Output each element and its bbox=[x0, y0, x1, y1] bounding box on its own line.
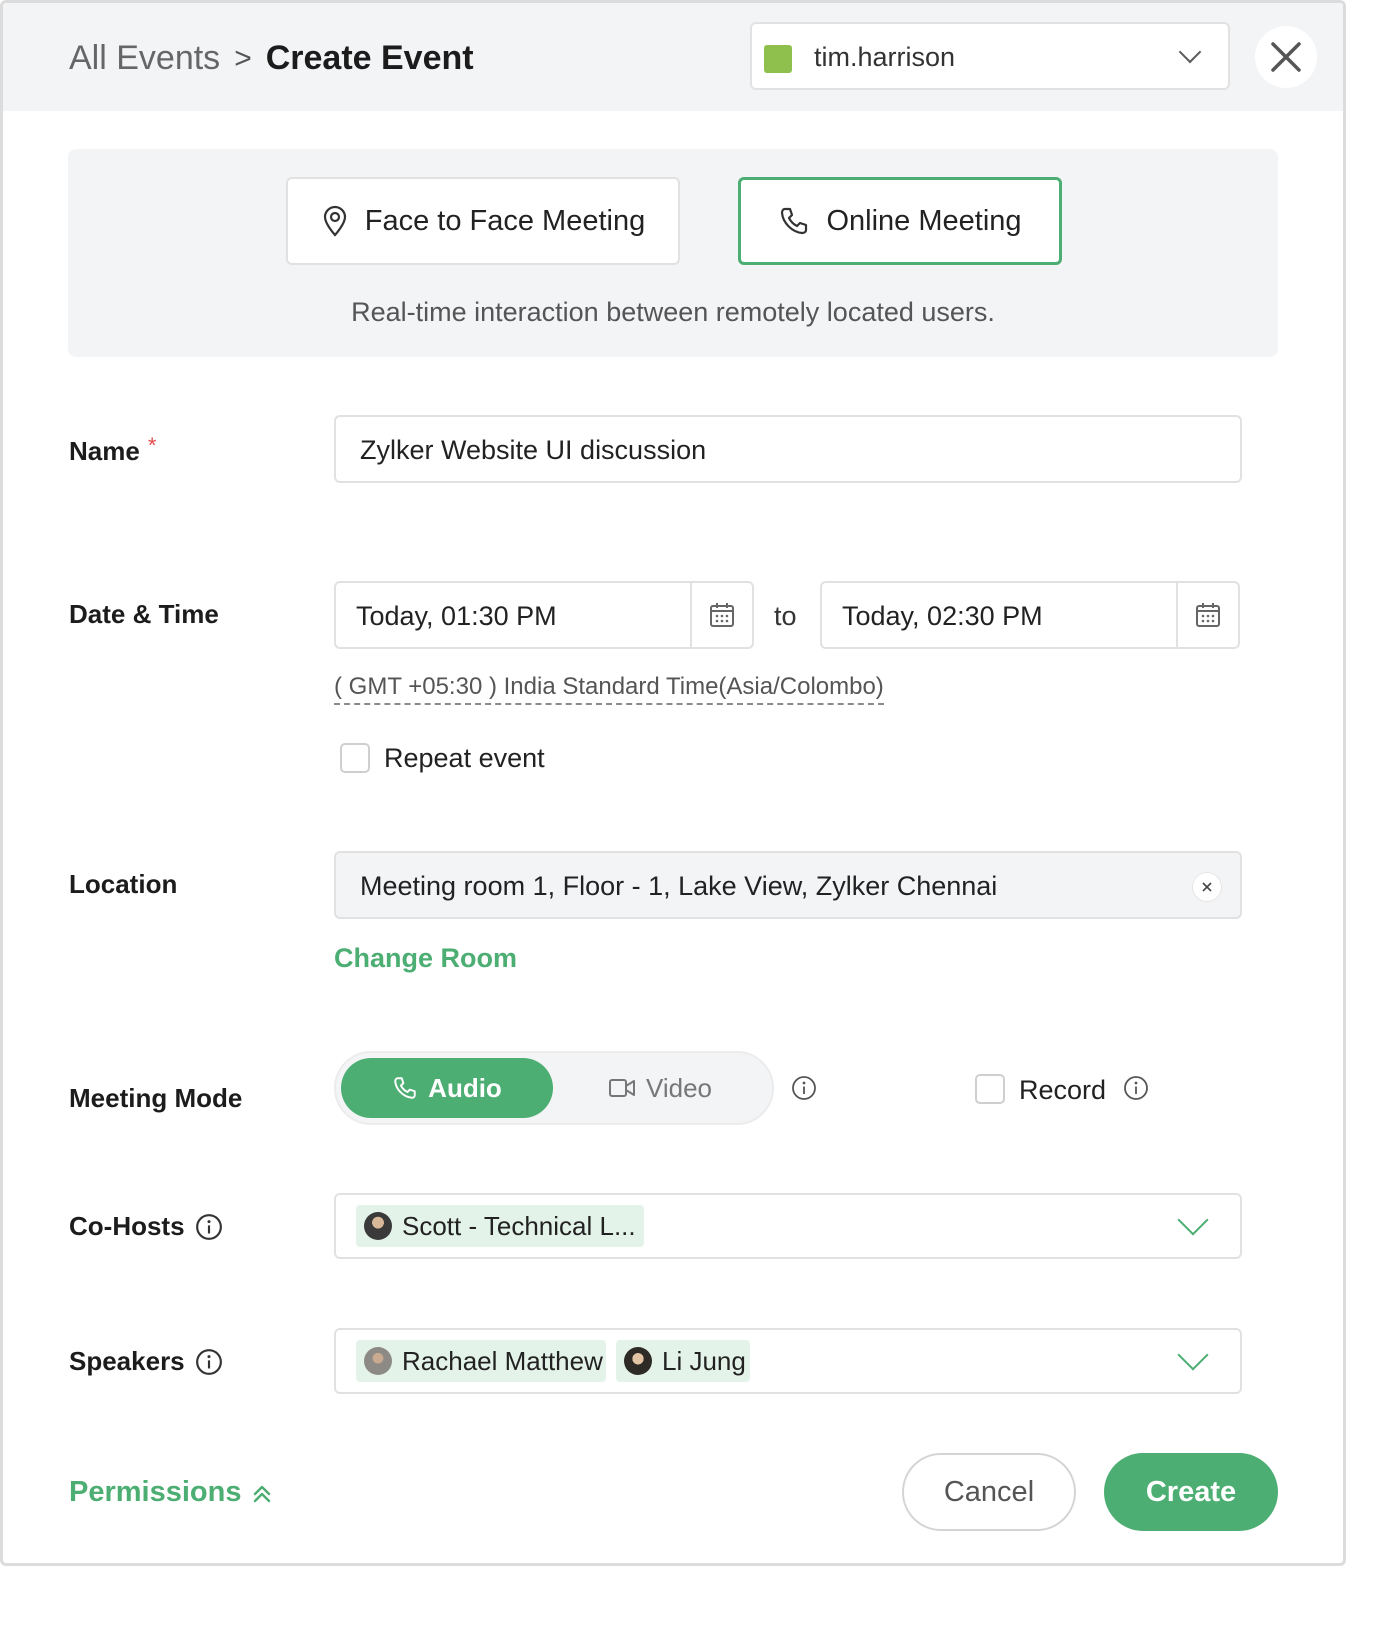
co-hosts-label: Co-Hosts bbox=[69, 1211, 223, 1242]
required-indicator: * bbox=[147, 432, 157, 458]
speaker-chip-label: Li Jung bbox=[662, 1345, 746, 1376]
repeat-event-checkbox[interactable] bbox=[340, 743, 370, 773]
speaker-chip-label: Rachael Matthew bbox=[402, 1345, 603, 1376]
online-meeting-button[interactable]: Online Meeting bbox=[738, 177, 1062, 265]
audio-mode-label: Audio bbox=[428, 1072, 502, 1103]
repeat-event-label[interactable]: Repeat event bbox=[384, 743, 545, 774]
chevron-down-icon bbox=[1178, 40, 1202, 64]
meeting-mode-label: Meeting Mode bbox=[69, 1083, 243, 1113]
page-title: Create Event bbox=[265, 39, 474, 77]
name-input-value: Zylker Website UI discussion bbox=[360, 435, 707, 465]
co-hosts-select[interactable]: Scott - Technical L... bbox=[334, 1193, 1242, 1259]
co-host-chip-label: Scott - Technical L... bbox=[402, 1210, 636, 1241]
speakers-select[interactable]: Rachael Matthew Li Jung bbox=[334, 1328, 1242, 1394]
breadcrumb-all-events[interactable]: All Events bbox=[69, 39, 220, 78]
video-camera-icon bbox=[608, 1079, 635, 1097]
date-range-to-label: to bbox=[774, 601, 797, 631]
chevron-down-icon bbox=[1177, 1204, 1209, 1236]
record-checkbox[interactable] bbox=[975, 1074, 1005, 1104]
cancel-button[interactable]: Cancel bbox=[902, 1453, 1076, 1531]
meeting-mode-info-icon[interactable] bbox=[791, 1075, 817, 1101]
user-selector[interactable]: tim.harrison bbox=[750, 22, 1230, 90]
location-label: Location bbox=[69, 869, 178, 899]
start-date-calendar-button[interactable] bbox=[690, 583, 752, 647]
phone-icon bbox=[394, 1077, 416, 1099]
face-to-face-meeting-label: Face to Face Meeting bbox=[364, 204, 646, 237]
end-date-value: Today, 02:30 PM bbox=[842, 601, 1043, 631]
end-date-input[interactable]: Today, 02:30 PM bbox=[820, 581, 1240, 649]
speaker-chip[interactable]: Li Jung bbox=[616, 1340, 750, 1382]
name-input[interactable]: Zylker Website UI discussion bbox=[334, 415, 1242, 483]
audio-mode-button[interactable]: Audio bbox=[341, 1058, 553, 1118]
avatar bbox=[364, 1347, 392, 1375]
timezone-link[interactable]: ( GMT +05:30 ) India Standard Time(Asia/… bbox=[334, 673, 884, 705]
record-info-icon[interactable] bbox=[1123, 1075, 1149, 1101]
close-button[interactable] bbox=[1255, 26, 1317, 88]
close-icon bbox=[1202, 882, 1212, 892]
meeting-type-description: Real-time interaction between remotely l… bbox=[351, 297, 995, 327]
clear-location-button[interactable] bbox=[1192, 872, 1222, 902]
create-button[interactable]: Create bbox=[1104, 1453, 1278, 1531]
location-value: Meeting room 1, Floor - 1, Lake View, Zy… bbox=[360, 871, 998, 901]
co-host-chip[interactable]: Scott - Technical L... bbox=[356, 1205, 644, 1247]
speakers-label: Speakers bbox=[69, 1346, 223, 1377]
video-mode-label: Video bbox=[645, 1072, 713, 1103]
co-hosts-info-icon[interactable] bbox=[195, 1213, 223, 1241]
date-time-label: Date & Time bbox=[69, 599, 219, 629]
speakers-info-icon[interactable] bbox=[195, 1348, 223, 1376]
calendar-icon bbox=[1196, 603, 1220, 627]
avatar bbox=[624, 1347, 652, 1375]
video-mode-button[interactable]: Video bbox=[560, 1058, 760, 1118]
online-meeting-label: Online Meeting bbox=[826, 204, 1022, 237]
co-hosts-label-text: Co-Hosts bbox=[69, 1211, 185, 1241]
chevron-down-icon bbox=[1177, 1339, 1209, 1371]
end-date-calendar-button[interactable] bbox=[1176, 583, 1238, 647]
meeting-type-panel: Face to Face Meeting Online Meeting Real… bbox=[68, 149, 1278, 357]
permissions-label: Permissions bbox=[69, 1476, 242, 1508]
record-label[interactable]: Record bbox=[1019, 1075, 1106, 1106]
user-name: tim.harrison bbox=[814, 42, 956, 72]
name-label-text: Name bbox=[69, 436, 140, 466]
face-to-face-meeting-button[interactable]: Face to Face Meeting bbox=[286, 177, 680, 265]
start-date-value: Today, 01:30 PM bbox=[356, 601, 557, 631]
breadcrumb-separator: > bbox=[234, 41, 252, 75]
user-color-swatch bbox=[764, 45, 792, 73]
meeting-mode-toggle: Audio Video bbox=[334, 1051, 774, 1125]
speaker-chip[interactable]: Rachael Matthew bbox=[356, 1340, 606, 1382]
close-icon bbox=[1271, 42, 1301, 72]
double-chevron-up-icon bbox=[254, 1485, 271, 1502]
phone-icon bbox=[781, 207, 808, 235]
change-room-link[interactable]: Change Room bbox=[334, 943, 517, 974]
calendar-icon bbox=[710, 603, 734, 627]
breadcrumb: All Events > Create Event bbox=[69, 39, 474, 78]
avatar bbox=[364, 1212, 392, 1240]
name-label: Name * bbox=[69, 432, 157, 467]
permissions-toggle[interactable]: Permissions bbox=[69, 1476, 273, 1509]
dialog-header: All Events > Create Event tim.harrison bbox=[3, 3, 1343, 111]
location-pin-icon bbox=[323, 205, 346, 237]
start-date-input[interactable]: Today, 01:30 PM bbox=[334, 581, 754, 649]
create-event-dialog: All Events > Create Event tim.harrison F… bbox=[0, 0, 1346, 1566]
location-input[interactable]: Meeting room 1, Floor - 1, Lake View, Zy… bbox=[334, 851, 1242, 919]
speakers-label-text: Speakers bbox=[69, 1346, 185, 1376]
